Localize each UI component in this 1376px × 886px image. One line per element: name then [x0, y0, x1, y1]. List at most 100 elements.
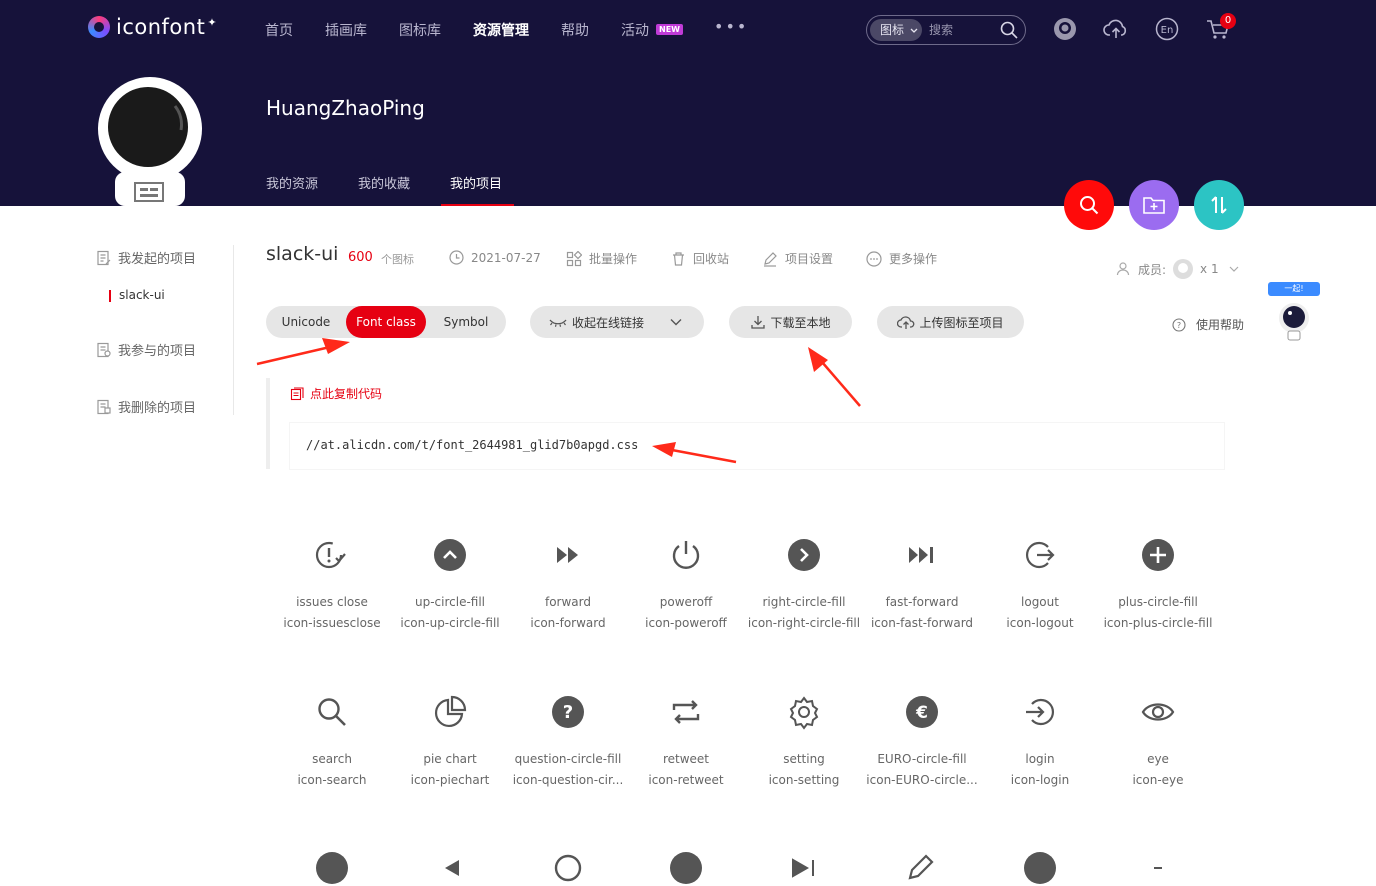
- icon-card-name: EURO-circle-fill: [877, 752, 967, 766]
- fab-search-button[interactable]: [1064, 180, 1114, 230]
- fab-sort-button[interactable]: [1194, 180, 1244, 230]
- edit-icon: [764, 251, 777, 267]
- icon-card-class: icon-EURO-circle...: [866, 773, 978, 787]
- batch-operation-button[interactable]: 批量操作: [566, 250, 637, 267]
- icon-card[interactable]: up-circle-fill icon-up-circle-fill: [391, 537, 509, 630]
- chevron-down-icon: [1229, 266, 1239, 272]
- icon-card-class: icon-right-circle-fill: [747, 616, 861, 630]
- sidebar-item-deleted-label: 我删除的项目: [118, 401, 197, 416]
- icon-card[interactable]: logout icon-logout: [981, 537, 1099, 630]
- icon-card[interactable]: issues close icon-issuesclose: [273, 537, 391, 630]
- language-en-icon[interactable]: En: [1154, 16, 1180, 42]
- more-operations-button[interactable]: 更多操作: [866, 250, 937, 267]
- icon-card[interactable]: fast-forward icon-fast-forward: [863, 537, 981, 630]
- icon-card[interactable]: right-circle-fill icon-right-circle-fill: [745, 537, 863, 630]
- icon-card-name: poweroff: [659, 595, 713, 609]
- icon-card-name: eye: [1147, 752, 1169, 766]
- project-name: slack-ui: [266, 243, 339, 265]
- upload-icons-button[interactable]: 上传图标至项目: [877, 306, 1024, 338]
- members-label: 成员:: [1138, 262, 1167, 277]
- icon-card[interactable]: plus-circle-fill icon-plus-circle-fill: [1099, 537, 1217, 630]
- logo-text: iconfont: [116, 15, 206, 39]
- new-badge: NEW: [656, 24, 683, 35]
- active-tab-indicator: [441, 204, 514, 206]
- profile-username: HuangZhaoPing: [266, 96, 425, 120]
- icon-card-class: icon-eye: [1132, 773, 1184, 787]
- icon-card[interactable]: setting icon-setting: [745, 694, 863, 787]
- mode-font-class[interactable]: Font class: [346, 306, 426, 338]
- collapse-online-link-button[interactable]: 收起在线链接: [530, 306, 704, 338]
- icon-card[interactable]: € EURO-circle-fill icon-EURO-circle...: [863, 694, 981, 787]
- svg-text:€: €: [915, 703, 928, 723]
- arrow-to-font-class: [256, 338, 350, 366]
- icon-card[interactable]: search icon-search: [273, 694, 391, 787]
- icon-card[interactable]: login icon-login: [981, 694, 1099, 787]
- icon-card-glyph-partial[interactable]: [432, 850, 468, 886]
- search-icon[interactable]: [999, 20, 1019, 40]
- css-link-url[interactable]: //at.alicdn.com/t/font_2644981_glid7b0ap…: [306, 438, 638, 452]
- sidebar-item-initiated[interactable]: 我发起的项目: [96, 248, 196, 267]
- nav-home[interactable]: 首页: [265, 20, 293, 40]
- code-panel: 点此复制代码 //at.alicdn.com/t/font_2644981_gl…: [266, 378, 1224, 469]
- icon-card-glyph-partial[interactable]: [1140, 850, 1176, 886]
- nav-help[interactable]: 帮助: [561, 20, 589, 40]
- user-avatar-icon[interactable]: [1052, 16, 1078, 42]
- icon-card[interactable]: forward icon-forward: [509, 537, 627, 630]
- nav-more-icon[interactable]: •••: [714, 17, 748, 36]
- icon-card[interactable]: eye icon-eye: [1099, 694, 1217, 787]
- icon-card[interactable]: ? question-circle-fill icon-question-cir..…: [509, 694, 627, 787]
- icon-card-class: icon-forward: [530, 616, 606, 630]
- sidebar-item-deleted[interactable]: 我删除的项目: [96, 397, 196, 416]
- astronaut-avatar[interactable]: [97, 76, 203, 206]
- icon-card-name: pie chart: [423, 752, 477, 766]
- icon-card[interactable]: pie chart icon-piechart: [391, 694, 509, 787]
- forward-icon: [557, 547, 578, 563]
- nav-resource-management[interactable]: 资源管理: [473, 20, 529, 40]
- nav-activities[interactable]: 活动: [621, 20, 649, 40]
- icon-card-glyph-partial[interactable]: [668, 850, 704, 886]
- project-settings-button[interactable]: 项目设置: [762, 250, 833, 267]
- fast-forward-icon: [909, 547, 933, 563]
- icon-card-glyph-partial[interactable]: [314, 850, 350, 886]
- members-dropdown[interactable]: 成员: x 1: [1116, 258, 1239, 280]
- sidebar-project-slack-ui[interactable]: slack-ui: [109, 288, 165, 302]
- nav-icon-library[interactable]: 图标库: [399, 20, 441, 40]
- login-icon: [1026, 698, 1054, 726]
- icon-card[interactable]: retweet icon-retweet: [627, 694, 745, 787]
- mode-symbol[interactable]: Symbol: [426, 306, 506, 338]
- icon-card-class: icon-poweroff: [645, 616, 727, 630]
- icon-card-class: icon-issuesclose: [283, 616, 381, 630]
- search-type-select[interactable]: 图标: [870, 19, 922, 41]
- usage-help-link[interactable]: ? 使用帮助: [1172, 316, 1244, 333]
- sidebar-item-initiated-label: 我发起的项目: [118, 252, 197, 267]
- icon-card-glyph-partial[interactable]: [550, 850, 586, 886]
- recycle-bin-button[interactable]: 回收站: [671, 250, 729, 267]
- members-count: x 1: [1200, 262, 1219, 276]
- project-deleted-icon: [97, 399, 111, 415]
- euro-circle-fill-icon: €: [906, 696, 938, 728]
- copy-code-button[interactable]: 点此复制代码: [290, 385, 382, 402]
- search-input[interactable]: [929, 21, 989, 39]
- mode-unicode[interactable]: Unicode: [266, 306, 346, 338]
- nav-illustrations[interactable]: 插画库: [325, 20, 367, 40]
- icon-card[interactable]: poweroff icon-poweroff: [627, 537, 745, 630]
- icon-card-glyph-partial[interactable]: [904, 850, 940, 886]
- logo-plus-icon: ✦: [207, 15, 217, 29]
- svg-text:?: ?: [563, 702, 573, 723]
- fab-new-folder-button[interactable]: [1129, 180, 1179, 230]
- tab-my-projects[interactable]: 我的项目: [450, 173, 502, 192]
- tab-my-resources[interactable]: 我的资源: [266, 173, 318, 192]
- sidebar-item-participated[interactable]: 我参与的项目: [96, 340, 196, 359]
- trash-icon: [673, 252, 684, 266]
- member-avatar: [1173, 259, 1194, 279]
- search-icon: [1080, 196, 1099, 215]
- download-local-button[interactable]: 下载至本地: [729, 306, 852, 338]
- upload-cloud-icon[interactable]: [1103, 16, 1129, 42]
- icon-card-glyph-partial[interactable]: [786, 850, 822, 886]
- iconfont-logo[interactable]: iconfont ✦: [88, 15, 217, 39]
- help-circle-icon: ?: [1172, 317, 1186, 332]
- tab-my-favorites[interactable]: 我的收藏: [358, 173, 410, 192]
- search-bar: 图标: [866, 15, 1026, 45]
- copy-icon: [290, 386, 304, 400]
- icon-card-glyph-partial[interactable]: [1022, 850, 1058, 886]
